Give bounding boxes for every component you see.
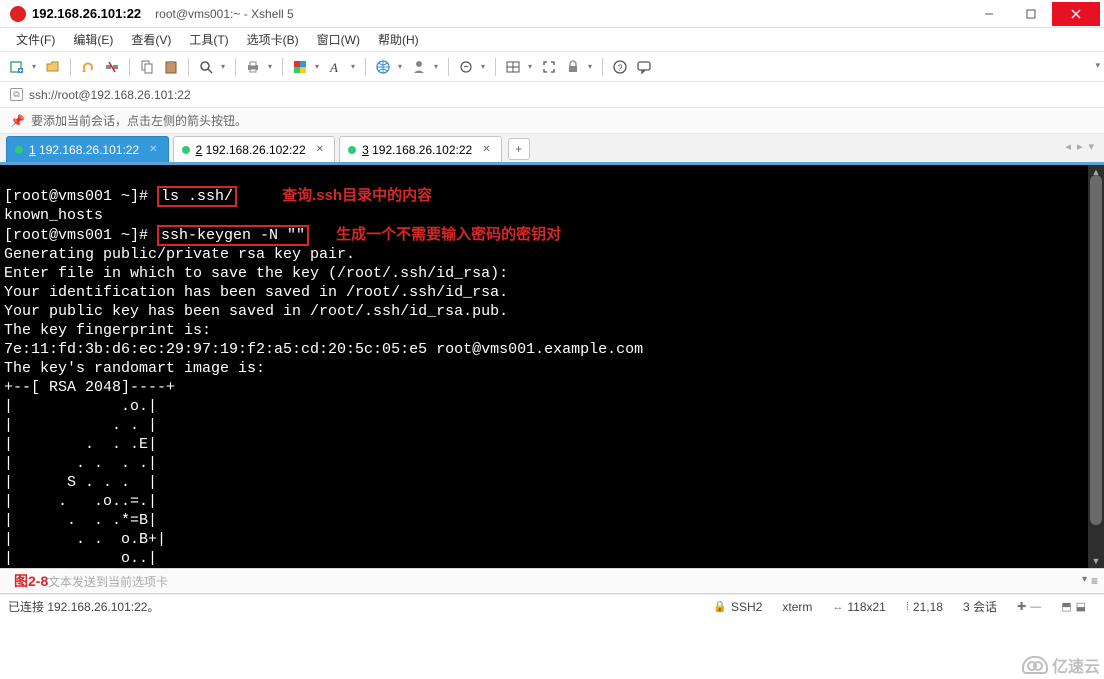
menu-bar: 文件(F) 编辑(E) 查看(V) 工具(T) 选项卡(B) 窗口(W) 帮助(… [0,28,1104,52]
status-dot-icon [182,146,190,154]
session-tab-2[interactable]: 2 192.168.26.102:22 ✕ [173,136,336,162]
paste-button[interactable] [160,56,182,78]
menu-edit[interactable]: 编辑(E) [65,28,121,51]
titlebar-host: 192.168.26.101:22 [32,6,141,21]
open-session-button[interactable] [42,56,64,78]
font-dropdown[interactable]: ▾ [349,62,357,71]
status-sessions: 3 会话 [963,598,997,615]
tab-nav: ◂ ▸ ▾ [1063,140,1096,153]
scroll-down-icon[interactable]: ▼ [1088,554,1104,568]
status-size: 118x21 [847,600,885,614]
figure-label: 图2-8 [14,571,48,591]
minimize-button[interactable] [968,2,1010,26]
globe-dropdown[interactable]: ▾ [396,62,404,71]
minus-icon[interactable]: — [1030,601,1041,613]
xagent-dropdown[interactable]: ▾ [479,62,487,71]
layout-dropdown[interactable]: ▾ [526,62,534,71]
watermark-text: 亿速云 [1052,653,1100,677]
lock-button[interactable] [562,56,584,78]
toolbar-overflow[interactable]: ▾ [1095,60,1100,71]
address-icon: ⧉ [10,88,23,101]
find-button[interactable] [195,56,217,78]
pin-icon[interactable]: 📌 [10,114,25,128]
new-session-button[interactable] [6,56,28,78]
menu-view[interactable]: 查看(V) [123,28,179,51]
session-tab-3[interactable]: 3 192.168.26.102:22 ✕ [339,136,502,162]
compose-bar[interactable]: 图2-8 文本发送到当前选项卡 ▾ ≡ [0,568,1104,594]
user-button[interactable] [408,56,430,78]
plus-icon[interactable]: ✚ [1017,600,1026,613]
find-dropdown[interactable]: ▾ [219,62,227,71]
status-cursor: 21,18 [913,600,943,614]
address-url: ssh://root@192.168.26.101:22 [29,88,191,102]
terminal-output: [root@vms001 ~]# ls .ssh/ 查询.ssh目录中的内容 k… [0,165,1104,589]
message-button[interactable] [633,56,655,78]
menu-window[interactable]: 窗口(W) [309,28,368,51]
annotation-1: 查询.ssh目录中的内容 [282,187,432,204]
print-dropdown[interactable]: ▾ [266,62,274,71]
fullscreen-button[interactable] [538,56,560,78]
status-protocol: SSH2 [731,600,762,614]
color-scheme-button[interactable] [289,56,311,78]
menu-file[interactable]: 文件(F) [8,28,63,51]
menu-help[interactable]: 帮助(H) [370,28,427,51]
tab-close-icon[interactable]: ✕ [149,144,157,155]
hint-text: 要添加当前会话，点击左侧的箭头按钮。 [31,112,247,129]
session-tab-bar: 1 192.168.26.101:22 ✕ 2 192.168.26.102:2… [0,134,1104,162]
tab-next-button[interactable]: ▸ [1075,140,1085,153]
watermark-icon [1022,656,1048,674]
tab-prev-button[interactable]: ◂ [1063,140,1073,153]
reconnect-button[interactable] [77,56,99,78]
highlighted-command-1: ls .ssh/ [157,186,237,207]
watermark: 亿速云 [1022,653,1100,677]
color-scheme-dropdown[interactable]: ▾ [313,62,321,71]
copy-button[interactable] [136,56,158,78]
lock-dropdown[interactable]: ▾ [586,62,594,71]
compose-placeholder: 文本发送到当前选项卡 [48,573,168,590]
compose-menu[interactable]: ≡ [1091,574,1098,588]
tab-close-icon[interactable]: ✕ [316,144,324,155]
compose-dropdown[interactable]: ▾ [1082,574,1087,588]
maximize-button[interactable] [1010,2,1052,26]
terminal[interactable]: [root@vms001 ~]# ls .ssh/ 查询.ssh目录中的内容 k… [0,162,1104,568]
tab-close-icon[interactable]: ✕ [482,144,490,155]
svg-text:A: A [329,60,338,75]
size-icon: ↔ [832,601,843,613]
globe-button[interactable] [372,56,394,78]
scrollbar-thumb[interactable] [1090,175,1102,525]
address-bar[interactable]: ⧉ ssh://root@192.168.26.101:22 [0,82,1104,108]
titlebar-title: root@vms001:~ - Xshell 5 [155,7,294,21]
user-dropdown[interactable]: ▾ [432,62,440,71]
font-button[interactable]: A [325,56,347,78]
help-button[interactable]: ? [609,56,631,78]
disconnect-button[interactable] [101,56,123,78]
add-tab-button[interactable]: + [508,138,530,160]
caps-icon: ⬒ [1061,600,1071,613]
num-icon: ⬓ [1076,600,1086,613]
svg-text:?: ? [618,63,623,73]
layout-button[interactable] [502,56,524,78]
highlighted-command-2: ssh-keygen -N "" [157,225,309,246]
lock-icon: 🔒 [713,600,727,613]
xagent-button[interactable] [455,56,477,78]
menu-tools[interactable]: 工具(T) [181,28,236,51]
status-bar: 已连接 192.168.26.101:22。 🔒 SSH2 xterm ↔ 118x… [0,594,1104,618]
status-dot-icon [348,146,356,154]
app-icon [10,6,26,22]
cursor-icon: ⁞ [906,601,909,613]
new-session-dropdown[interactable]: ▾ [30,62,38,71]
tab-list-button[interactable]: ▾ [1086,140,1096,153]
close-button[interactable] [1052,2,1100,26]
status-term: xterm [782,600,812,614]
title-bar: 192.168.26.101:22 root@vms001:~ - Xshell… [0,0,1104,28]
hint-bar: 📌 要添加当前会话，点击左侧的箭头按钮。 [0,108,1104,134]
print-button[interactable] [242,56,264,78]
session-tab-1[interactable]: 1 192.168.26.101:22 ✕ [6,136,169,162]
menu-tabs[interactable]: 选项卡(B) [239,28,307,51]
toolbar: ▾ ▾ ▾ ▾ A ▾ ▾ ▾ ▾ ▾ ▾ ? ▾ [0,52,1104,82]
annotation-2: 生成一个不需要输入密码的密钥对 [336,226,561,243]
status-connected: 已连接 192.168.26.101:22。 [8,598,159,615]
status-dot-icon [15,146,23,154]
terminal-scrollbar[interactable]: ▲ ▼ [1088,165,1104,568]
